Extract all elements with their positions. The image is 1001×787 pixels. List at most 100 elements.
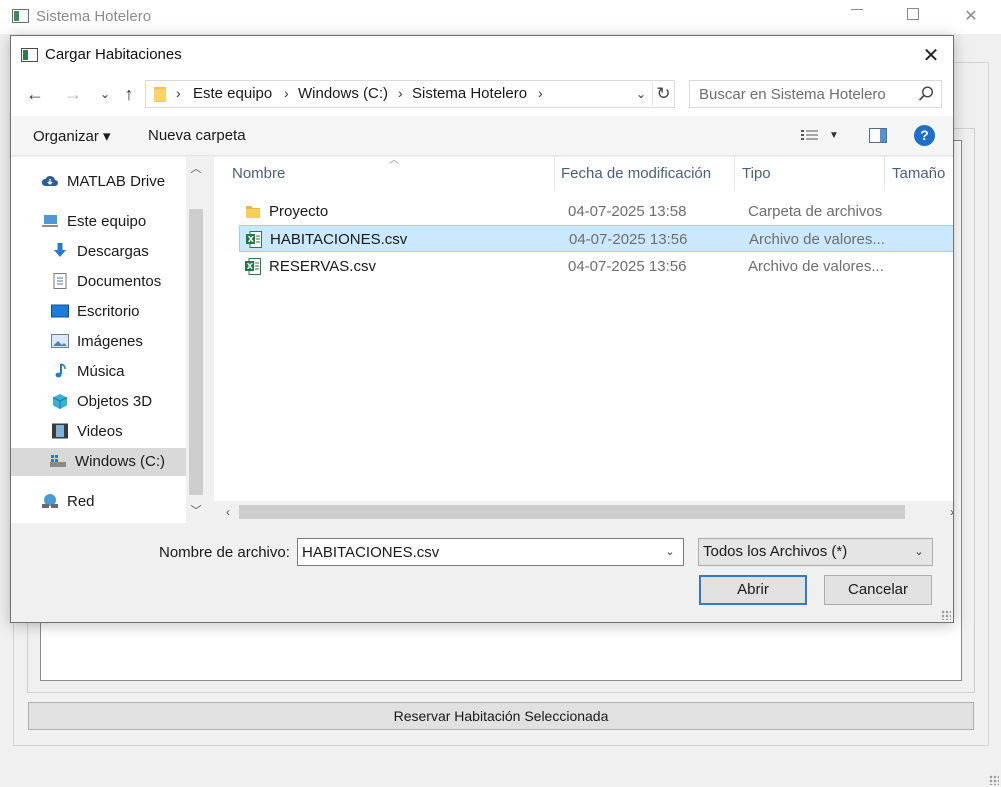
view-options-button[interactable]: ▼ [829,126,839,146]
address-bar[interactable]: › Este equipo › Windows (C:) › Sistema H… [145,80,675,108]
chevron-down-icon: ⌄ [635,87,647,101]
chevron-down-icon: ⌄ [665,546,675,558]
column-header-name[interactable]: Nombre [214,157,554,191]
nav-item-label: Música [77,363,125,380]
nav-item-label: Este equipo [67,213,147,230]
navigation-pane: MATLAB Drive Este equipo Descargas Docum… [11,157,206,523]
nav-item-videos[interactable]: Videos [51,418,123,446]
file-type-dropdown-button[interactable]: ⌄ [910,541,928,563]
column-header-date[interactable]: Fecha de modificación [554,157,734,191]
open-file-dialog: Cargar Habitaciones ✕ ← → ⌄ ↑ › Este equ… [10,35,954,623]
file-name-input[interactable] [299,540,654,564]
chevron-right-icon[interactable]: › [176,85,181,101]
music-icon [55,363,66,378]
chevron-right-icon[interactable]: › [398,85,403,101]
breadcrumb-windows-c[interactable]: Windows (C:) [298,85,388,102]
svg-text:X: X [248,235,255,244]
recent-locations-button[interactable]: ⌄ [93,82,117,106]
search-icon[interactable] [917,85,935,103]
nav-item-label: Red [67,493,95,510]
nav-item-windows-c[interactable]: Windows (C:) [11,448,186,476]
scroll-up-button[interactable]: ︿ [186,159,206,179]
nav-item-label: Videos [77,423,123,440]
chevron-up-icon: ︿ [190,163,202,175]
arrow-left-icon: ← [26,84,44,104]
objects-3d-icon [52,394,68,410]
view-details-icon[interactable] [799,126,823,146]
folder-icon [154,87,166,102]
horizontal-scrollbar[interactable]: ‹ › [214,501,953,523]
computer-icon [42,215,58,228]
refresh-icon: ↻ [656,84,671,103]
column-header-size[interactable]: Tamaño [884,157,953,191]
nav-item-objetos-3d[interactable]: Objetos 3D [51,388,152,416]
nav-item-escritorio[interactable]: Escritorio [51,298,140,326]
excel-csv-icon: X [245,258,261,275]
back-button[interactable]: ← [23,82,47,106]
main-titlebar: Sistema Hotelero ✕ [0,0,1001,34]
file-name-label: Nombre de archivo: [159,544,290,561]
file-name: HABITACIONES.csv [270,231,408,248]
scroll-right-button[interactable]: › [942,501,953,523]
command-toolbar: Organizar ▾ Nueva carpeta ▼ ? [11,116,953,156]
dialog-resize-grip[interactable] [941,610,951,620]
nav-item-label: Imágenes [77,333,143,350]
breadcrumb-este-equipo[interactable]: Este equipo [193,85,272,102]
maximize-button[interactable] [890,4,936,30]
chevron-right-icon[interactable]: › [538,85,543,101]
app-icon [12,9,29,23]
scroll-down-button[interactable]: ﹀ [186,501,206,521]
file-size: 1 [952,253,953,280]
nav-item-red[interactable]: Red [41,488,95,516]
nav-item-matlab-drive[interactable]: MATLAB Drive [41,168,165,196]
up-button[interactable]: ↑ [117,82,141,106]
new-folder-button[interactable]: Nueva carpeta [148,127,246,144]
chevron-right-icon[interactable]: › [284,85,289,101]
address-history-button[interactable]: ⌄ [632,83,650,105]
nav-item-label: Descargas [77,243,149,260]
file-row-proyecto[interactable]: Proyecto 04-07-2025 13:58 Carpeta de arc… [239,198,953,225]
dialog-titlebar: Cargar Habitaciones ✕ [11,36,953,74]
nav-item-este-equipo[interactable]: Este equipo [41,208,146,236]
navigation-scrollbar[interactable]: ︿ ﹀ [186,157,206,523]
file-name-dropdown-button[interactable]: ⌄ [661,541,679,563]
minimize-icon [851,9,863,11]
close-window-button[interactable]: ✕ [948,4,994,30]
breadcrumb-sistema-hotelero[interactable]: Sistema Hotelero [412,85,527,102]
organize-menu[interactable]: Organizar ▾ [33,127,111,145]
file-row-reservas[interactable]: X RESERVAS.csv 04-07-2025 13:56 Archivo … [239,253,953,280]
file-type: Archivo de valores... [749,231,885,248]
file-date: 04-07-2025 13:56 [568,258,687,275]
reserve-room-button[interactable]: Reservar Habitación Seleccionada [28,702,974,730]
scrollbar-thumb[interactable] [239,505,905,519]
search-input[interactable] [691,82,906,106]
scroll-left-button[interactable]: ‹ [218,501,238,523]
videos-icon [52,423,68,439]
chevron-down-icon: ⌄ [99,87,111,101]
help-icon[interactable]: ? [914,125,935,146]
nav-item-label: Documentos [77,273,162,290]
nav-item-label: Windows (C:) [75,453,166,470]
maximize-icon [907,7,919,20]
chevron-right-icon: › [950,505,953,519]
column-header-type[interactable]: Tipo [734,157,884,191]
nav-item-imagenes[interactable]: Imágenes [51,328,143,356]
minimize-button[interactable] [834,4,880,30]
cancel-button[interactable]: Cancelar [824,575,932,605]
open-button[interactable]: Abrir [699,575,807,605]
network-icon [42,494,58,509]
nav-item-documentos[interactable]: Documentos [51,268,161,296]
file-date: 04-07-2025 13:56 [569,231,688,248]
file-row-habitaciones[interactable]: X HABITACIONES.csv 04-07-2025 13:56 Arch… [239,225,953,252]
file-type: Archivo de valores... [748,258,884,275]
nav-item-descargas[interactable]: Descargas [51,238,149,266]
nav-item-musica[interactable]: Música [51,358,125,386]
preview-pane-icon[interactable] [869,128,887,143]
dialog-close-button[interactable]: ✕ [911,42,951,70]
svg-text:X: X [247,262,254,271]
resize-grip[interactable] [989,775,999,785]
refresh-button[interactable]: ↻ [652,82,674,106]
forward-button[interactable]: → [61,82,85,106]
file-type-select[interactable]: Todos los Archivos (*) ⌄ [698,538,933,566]
scrollbar-thumb[interactable] [189,209,203,495]
